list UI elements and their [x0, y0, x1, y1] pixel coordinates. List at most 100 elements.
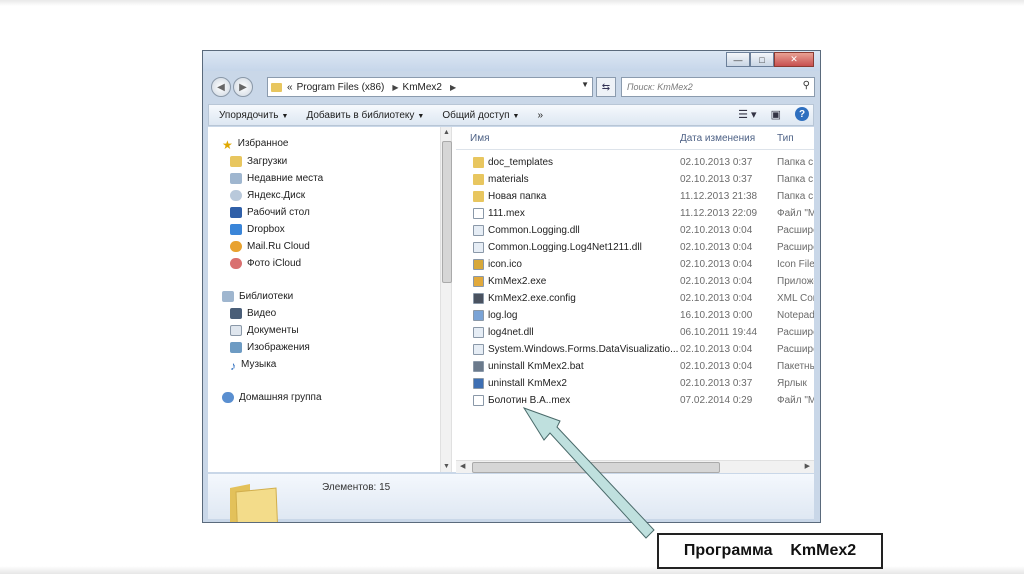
nav-libraries[interactable]: Библиотеки: [222, 288, 293, 304]
column-date[interactable]: Дата изменения: [680, 133, 755, 144]
title-bar[interactable]: — □ ✕: [203, 51, 820, 71]
window-controls: — □ ✕: [726, 52, 814, 67]
file-type: Расширен: [777, 327, 814, 338]
file-row[interactable]: Новая папка 11.12.2013 21:38 Папка с ф: [456, 188, 814, 205]
breadcrumb-overflow[interactable]: «: [287, 82, 293, 93]
help-icon[interactable]: ?: [795, 107, 809, 121]
star-icon: ★: [222, 137, 233, 152]
breadcrumb-kmmex2[interactable]: KmMex2: [403, 82, 442, 93]
file-type: Расширен: [777, 344, 814, 355]
nav-item-yandex-disk[interactable]: Яндекс.Диск: [230, 187, 305, 203]
file-date: 02.10.2013 0:04: [680, 276, 753, 287]
nav-item-recent[interactable]: Недавние места: [230, 170, 323, 186]
folder-icon: [473, 157, 484, 168]
share-button[interactable]: Общий доступ ▼: [432, 110, 527, 121]
file-row[interactable]: log.log 16.10.2013 0:00 Notepad+: [456, 307, 814, 324]
command-bar: Упорядочить ▼ Добавить в библиотеку ▼ Общи…: [208, 104, 814, 126]
file-type: Notepad+: [777, 310, 814, 321]
file-row[interactable]: log4net.dll 06.10.2011 19:44 Расширен: [456, 324, 814, 341]
nav-favorites-label: Избранное: [237, 137, 289, 149]
nav-favorites[interactable]: ★ Избранное: [222, 135, 289, 152]
file-name: System.Windows.Forms.DataVisualizatio...: [488, 344, 679, 355]
close-button[interactable]: ✕: [774, 52, 814, 67]
nav-item-label: Изображения: [247, 341, 310, 353]
forward-button[interactable]: ▶: [233, 77, 253, 97]
file-row[interactable]: doc_templates 02.10.2013 0:37 Папка с ф: [456, 154, 814, 171]
chevron-right-icon[interactable]: ▶: [392, 83, 398, 92]
icloud-photos-icon: [230, 257, 242, 269]
chevron-down-icon: ▼: [281, 112, 289, 120]
file-row[interactable]: uninstall KmMex2 02.10.2013 0:37 Ярлык: [456, 375, 814, 392]
add-to-library-button[interactable]: Добавить в библиотеку ▼: [296, 110, 432, 121]
file-row[interactable]: materials 02.10.2013 0:37 Папка с ф: [456, 171, 814, 188]
file-row[interactable]: Common.Logging.Log4Net1211.dll 02.10.2013…: [456, 239, 814, 256]
file-list-horizontal-scrollbar[interactable]: ◀ ▶: [456, 460, 814, 473]
nav-item-downloads[interactable]: Загрузки: [230, 153, 287, 169]
column-name[interactable]: Имя: [470, 133, 489, 144]
chevron-right-icon[interactable]: ▶: [450, 83, 456, 92]
file-type: Папка с ф: [777, 157, 814, 168]
file-row[interactable]: System.Windows.Forms.DataVisualizatio...…: [456, 341, 814, 358]
chevron-down-icon: ▼: [512, 112, 520, 120]
shortcut-icon: [473, 378, 484, 389]
breadcrumb-program-files[interactable]: Program Files (x86): [297, 82, 385, 93]
search-icon[interactable]: ⚲: [803, 80, 810, 91]
nav-item-desktop[interactable]: Рабочий стол: [230, 204, 310, 220]
scroll-up-icon[interactable]: ▲: [443, 129, 450, 136]
file-date: 11.12.2013 21:38: [680, 191, 758, 202]
file-row[interactable]: uninstall KmMex2.bat 02.10.2013 0:04 Пакет…: [456, 358, 814, 375]
file-row[interactable]: 111.mex 11.12.2013 22:09 Файл "МЕ: [456, 205, 814, 222]
address-row: ◀ ▶ « Program Files (x86) ▶ KmMex2 ▶ ▼ ⇆…: [203, 73, 820, 101]
navigation-scrollbar[interactable]: ▲ ▼: [440, 127, 452, 472]
view-options-icon[interactable]: ☰ ▾: [738, 108, 756, 121]
file-date: 02.10.2013 0:04: [680, 344, 753, 355]
file-type: Ярлык: [777, 378, 807, 389]
desktop-icon: [230, 206, 242, 218]
nav-item-label: Яндекс.Диск: [247, 189, 306, 201]
nav-item-video[interactable]: Видео: [230, 305, 276, 321]
file-icon: [473, 208, 484, 219]
file-list: Имя Дата изменения Тип doc_templates 02.1…: [456, 127, 814, 472]
preview-pane-icon[interactable]: ▣: [771, 108, 781, 121]
nav-homegroup[interactable]: Домашняя группа: [222, 389, 322, 405]
file-name: log4net.dll: [488, 327, 534, 338]
file-row[interactable]: Common.Logging.dll 02.10.2013 0:04 Расшире…: [456, 222, 814, 239]
file-name: KmMex2.exe: [488, 276, 547, 287]
scroll-left-icon[interactable]: ◀: [460, 462, 465, 470]
search-input[interactable]: Поиск: KmMex2 ⚲: [621, 77, 815, 97]
file-icon: [473, 395, 484, 406]
nav-item-dropbox[interactable]: Dropbox: [230, 221, 285, 237]
file-type: Папка с ф: [777, 174, 814, 185]
nav-item-documents[interactable]: Документы: [230, 322, 299, 338]
file-date: 02.10.2013 0:04: [680, 293, 753, 304]
file-row[interactable]: KmMex2.exe.config 02.10.2013 0:04 XML Conf: [456, 290, 814, 307]
file-row[interactable]: KmMex2.exe 02.10.2013 0:04 Приложе: [456, 273, 814, 290]
nav-item-music[interactable]: ♪ Музыка: [230, 356, 276, 373]
refresh-icon: ⇆: [601, 81, 611, 93]
chevron-down-icon: ▼: [417, 112, 425, 120]
scrollbar-thumb[interactable]: [442, 141, 452, 283]
refresh-button[interactable]: ⇆: [596, 77, 616, 97]
nav-item-icloud-photos[interactable]: Фото iCloud: [230, 255, 301, 271]
organize-button[interactable]: Упорядочить ▼: [209, 110, 296, 121]
nav-item-label: Недавние места: [247, 172, 324, 184]
back-button[interactable]: ◀: [211, 77, 231, 97]
bat-icon: [473, 361, 484, 372]
file-type: Расширен: [777, 225, 814, 236]
nav-item-pictures[interactable]: Изображения: [230, 339, 310, 355]
video-icon: [230, 307, 242, 319]
address-dropdown-icon[interactable]: ▼: [581, 80, 589, 89]
file-row[interactable]: icon.ico 02.10.2013 0:04 Icon File: [456, 256, 814, 273]
maximize-button[interactable]: □: [750, 52, 774, 67]
minimize-button[interactable]: —: [726, 52, 750, 67]
more-commands-button[interactable]: »: [527, 110, 551, 121]
scroll-right-icon[interactable]: ▶: [805, 462, 810, 470]
file-date: 16.10.2013 0:00: [680, 310, 753, 321]
address-bar[interactable]: « Program Files (x86) ▶ KmMex2 ▶ ▼: [267, 77, 593, 97]
horizontal-scrollbar-thumb[interactable]: [472, 462, 720, 473]
file-row[interactable]: Болотин В.А..mex 07.02.2014 0:29 Файл "МЕ: [456, 392, 814, 409]
scroll-down-icon[interactable]: ▼: [443, 463, 450, 470]
file-name: Болотин В.А..mex: [488, 395, 571, 406]
nav-item-mailru-cloud[interactable]: Mail.Ru Cloud: [230, 238, 310, 254]
column-type[interactable]: Тип: [777, 133, 794, 144]
